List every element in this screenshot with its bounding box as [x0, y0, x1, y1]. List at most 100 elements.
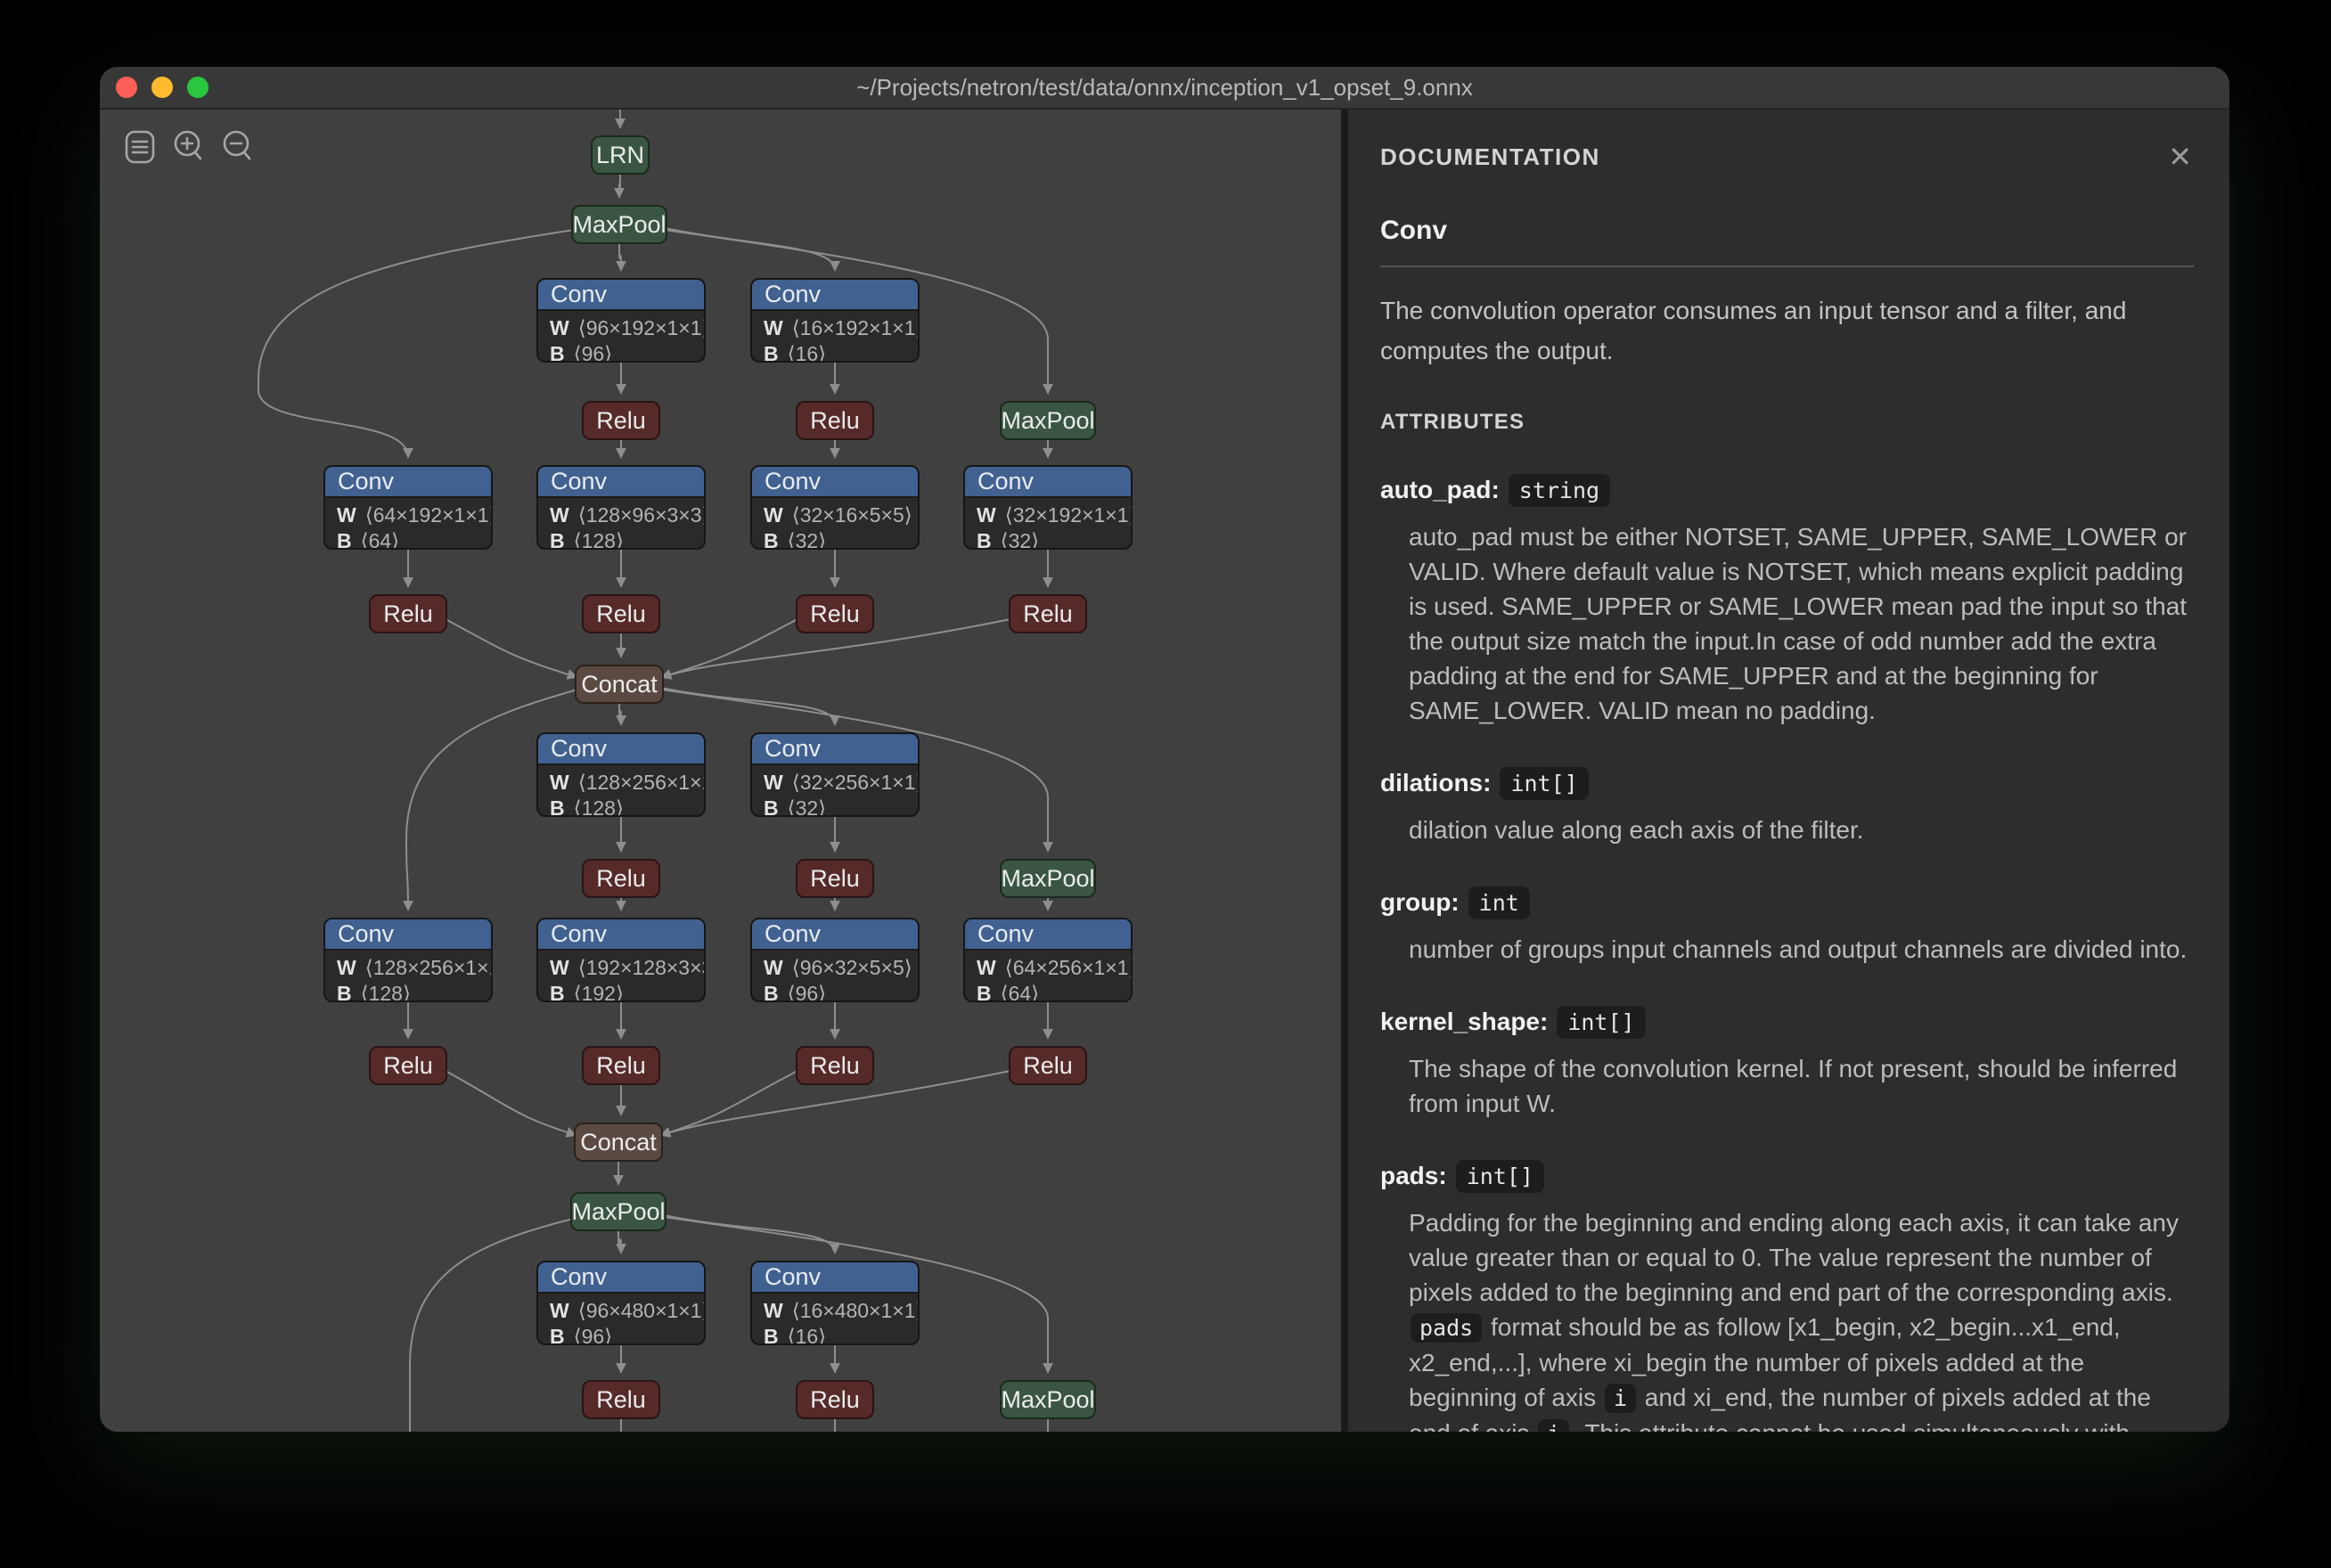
graph-node-relu[interactable]: Relu	[796, 401, 874, 440]
graph-node-conv[interactable]: Conv W ⟨96×32×5×5⟩ B ⟨96⟩	[750, 918, 920, 1002]
param-key: B	[550, 796, 565, 817]
param-row[interactable]: B ⟨32⟩	[764, 528, 906, 550]
node-title: Conv	[752, 280, 918, 311]
graph-node-relu[interactable]: Relu	[796, 859, 874, 898]
param-shape: ⟨192⟩	[573, 982, 624, 1002]
param-shape: ⟨16⟩	[787, 1325, 827, 1345]
graph-node-relu[interactable]: Relu	[796, 594, 874, 633]
graph-node-relu[interactable]: Relu	[582, 1046, 660, 1085]
close-documentation-button[interactable]: ✕	[2166, 143, 2194, 171]
graph-edge	[614, 174, 626, 199]
graph-node-relu[interactable]: Relu	[582, 594, 660, 633]
graph-node-conv[interactable]: Conv W ⟨96×480×1×1⟩ B ⟨96⟩	[536, 1261, 706, 1345]
param-row[interactable]: B ⟨128⟩	[550, 528, 692, 550]
param-row[interactable]: B ⟨96⟩	[550, 341, 692, 361]
attribute-name: kernel_shape:	[1380, 1008, 1549, 1035]
graph-node-relu[interactable]: Relu	[796, 1380, 874, 1419]
param-key: B	[550, 1325, 565, 1345]
param-row[interactable]: W ⟨96×480×1×1⟩	[550, 1298, 704, 1324]
param-row[interactable]: W ⟨96×32×5×5⟩	[764, 955, 912, 981]
graph-canvas[interactable]: LRN MaxPool Conv W ⟨96×192×1×1⟩ B ⟨96⟩ Conv W ⟨16…	[100, 110, 1341, 1432]
param-shape: ⟨128⟩	[573, 529, 624, 550]
desktop-background: ~/Projects/netron/test/data/onnx/incepti…	[0, 0, 2331, 1568]
param-row[interactable]: B ⟨16⟩	[764, 341, 906, 363]
graph-node-relu[interactable]: Relu	[796, 1046, 874, 1085]
param-row[interactable]: W ⟨32×192×1×1⟩	[977, 502, 1131, 528]
graph-node-relu[interactable]: Relu	[369, 1046, 447, 1085]
graph-node-lrn[interactable]: LRN	[591, 135, 650, 175]
graph-node-conv[interactable]: Conv W ⟨64×192×1×1⟩ B ⟨64⟩	[323, 465, 493, 550]
graph-node-conv[interactable]: Conv W ⟨128×256×1×1⟩ B ⟨128⟩	[323, 918, 493, 1002]
param-row[interactable]: B ⟨64⟩	[337, 528, 479, 550]
param-key: B	[337, 982, 352, 1002]
attribute-header: dilations: int[]	[1380, 765, 2194, 802]
param-row[interactable]: B ⟨32⟩	[764, 796, 906, 815]
param-row[interactable]: B ⟨96⟩	[550, 1324, 692, 1345]
node-params: W ⟨32×256×1×1⟩ B ⟨32⟩	[752, 765, 918, 815]
param-row[interactable]: W ⟨16×480×1×1⟩	[764, 1298, 918, 1324]
graph-node-relu[interactable]: Relu	[582, 859, 660, 898]
graph-node-maxpool[interactable]: MaxPool	[570, 1192, 667, 1231]
graph-node-maxpool[interactable]: MaxPool	[1000, 859, 1096, 898]
param-row[interactable]: W ⟨128×256×1×1⟩	[550, 770, 704, 796]
param-row[interactable]: B ⟨64⟩	[977, 981, 1119, 1002]
graph-node-relu[interactable]: Relu	[582, 401, 660, 440]
graph-node-maxpool[interactable]: MaxPool	[1000, 401, 1096, 440]
graph-edge	[445, 1070, 577, 1138]
attribute-block: pads: int[] Padding for the beginning and …	[1380, 1158, 2194, 1432]
documentation-panel: DOCUMENTATION ✕ Conv The convolution ope…	[1348, 110, 2229, 1432]
graph-node-maxpool[interactable]: MaxPool	[571, 205, 667, 244]
param-row[interactable]: B ⟨192⟩	[550, 981, 692, 1002]
param-key: B	[977, 982, 992, 1002]
param-row[interactable]: B ⟨128⟩	[550, 796, 692, 817]
graph-edge	[615, 243, 626, 272]
window-titlebar[interactable]: ~/Projects/netron/test/data/onnx/incepti…	[100, 67, 2229, 110]
graph-node-conv[interactable]: Conv W ⟨32×16×5×5⟩ B ⟨32⟩	[750, 465, 920, 550]
graph-node-maxpool[interactable]: MaxPool	[1000, 1380, 1096, 1419]
param-shape: ⟨64⟩	[360, 529, 400, 550]
node-title: Conv	[752, 919, 918, 951]
graph-node-conv[interactable]: Conv W ⟨192×128×3×3⟩ B ⟨192⟩	[536, 918, 706, 1002]
pane-divider[interactable]	[1341, 110, 1348, 1432]
zoom-out-icon	[223, 130, 251, 160]
param-row[interactable]: W ⟨32×256×1×1⟩	[764, 770, 918, 796]
param-row[interactable]: B ⟨16⟩	[764, 1324, 906, 1345]
param-row[interactable]: W ⟨192×128×3×3⟩	[550, 955, 704, 981]
graph-node-conv[interactable]: Conv W ⟨16×192×1×1⟩ B ⟨16⟩	[750, 278, 920, 363]
graph-node-concat[interactable]: Concat	[574, 1123, 663, 1162]
inline-code: pads	[1411, 1313, 1483, 1343]
param-row[interactable]: B ⟨128⟩	[337, 981, 479, 1002]
param-row[interactable]: W ⟨32×16×5×5⟩	[764, 502, 912, 528]
graph-node-relu[interactable]: Relu	[1009, 1046, 1087, 1085]
node-title: Conv	[538, 467, 704, 498]
zoom-in-button[interactable]	[173, 129, 205, 165]
param-row[interactable]: W ⟨64×192×1×1⟩	[337, 502, 491, 528]
param-key: W	[550, 316, 569, 339]
param-key: W	[337, 956, 356, 979]
graph-node-conv[interactable]: Conv W ⟨96×192×1×1⟩ B ⟨96⟩	[536, 278, 706, 363]
graph-node-conv[interactable]: Conv W ⟨128×96×3×3⟩ B ⟨128⟩	[536, 465, 706, 550]
node-params: W ⟨96×32×5×5⟩ B ⟨96⟩	[752, 951, 918, 1000]
graph-node-conv[interactable]: Conv W ⟨32×256×1×1⟩ B ⟨32⟩	[750, 732, 920, 817]
menu-button[interactable]	[124, 129, 156, 165]
zoom-out-button[interactable]	[222, 129, 254, 165]
param-row[interactable]: W ⟨96×192×1×1⟩	[550, 315, 704, 341]
graph-node-relu[interactable]: Relu	[1009, 594, 1087, 633]
param-row[interactable]: B ⟨32⟩	[977, 528, 1119, 548]
param-shape: ⟨128⟩	[360, 982, 411, 1002]
param-row[interactable]: W ⟨64×256×1×1⟩	[977, 955, 1131, 981]
param-row[interactable]: W ⟨128×96×3×3⟩	[550, 502, 704, 528]
graph-node-conv[interactable]: Conv W ⟨64×256×1×1⟩ B ⟨64⟩	[963, 918, 1133, 1002]
graph-node-conv[interactable]: Conv W ⟨128×256×1×1⟩ B ⟨128⟩	[536, 732, 706, 817]
param-shape: ⟨64×256×1×1⟩	[1004, 956, 1133, 979]
graph-node-conv[interactable]: Conv W ⟨32×192×1×1⟩ B ⟨32⟩	[963, 465, 1133, 550]
graph-node-relu[interactable]: Relu	[369, 594, 447, 633]
param-row[interactable]: W ⟨16×192×1×1⟩	[764, 315, 918, 341]
param-key: B	[764, 342, 779, 363]
graph-node-relu[interactable]: Relu	[582, 1380, 660, 1419]
param-key: B	[764, 529, 779, 550]
graph-node-conv[interactable]: Conv W ⟨16×480×1×1⟩ B ⟨16⟩	[750, 1261, 920, 1345]
graph-node-concat[interactable]: Concat	[575, 665, 664, 704]
param-row[interactable]: B ⟨96⟩	[764, 981, 906, 1000]
param-row[interactable]: W ⟨128×256×1×1⟩	[337, 955, 491, 981]
